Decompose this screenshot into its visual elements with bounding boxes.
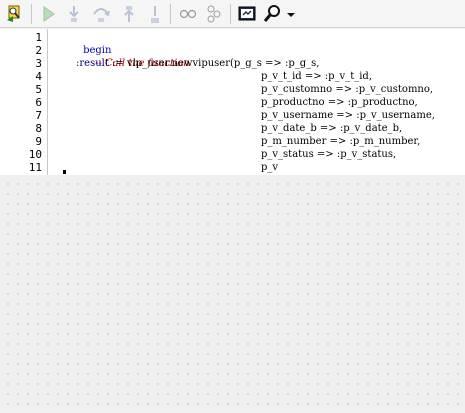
code-line: -- Call the function (76, 44, 190, 69)
toggle-breakpoint-icon[interactable] (177, 3, 199, 25)
debug-toolbar (0, 0, 465, 28)
step-into-icon[interactable] (63, 3, 85, 25)
code-line: p_m_number => :p_m_number, (261, 136, 421, 147)
output-panel[interactable] (0, 175, 465, 413)
code-line: begin (64, 31, 111, 56)
code-line: p_productno => :p_productno, (261, 97, 418, 108)
step-over-icon[interactable] (90, 3, 112, 25)
code-line: :result := vip_user.newvipuser(p_g_s => … (76, 57, 319, 70)
code-line: p_v_t_id => :p_v_t_id, (261, 71, 373, 82)
dropdown-arrow-icon[interactable] (284, 3, 298, 25)
toolbar-separator (170, 4, 171, 24)
text-caret (63, 170, 66, 174)
code-line: p_v_username => :p_v_username, (261, 110, 435, 121)
line-number: 8 (35, 122, 42, 135)
code-area[interactable]: begin -- Call the function :result := vi… (64, 29, 464, 175)
line-number: 3 (35, 57, 42, 70)
line-number-gutter: 1 2 3 4 5 6 7 8 9 10 11 (0, 29, 48, 175)
toolbar-separator (31, 4, 32, 24)
line-number: 6 (35, 96, 42, 109)
show-output-icon[interactable] (236, 3, 258, 25)
code-line: p_v_date_b => :p_v_date_b, (261, 123, 403, 134)
line-number: 7 (35, 109, 42, 122)
line-number: 1 (35, 31, 42, 44)
execute-debug-icon[interactable] (4, 3, 26, 25)
step-out-icon[interactable] (118, 3, 140, 25)
run-icon[interactable] (37, 3, 59, 25)
line-number: 2 (35, 44, 42, 57)
debug-variables-icon[interactable] (203, 3, 225, 25)
line-number: 9 (35, 135, 42, 148)
code-line: p_v_customno => :p_v_customno, (261, 84, 434, 95)
line-number: 11 (28, 161, 42, 174)
run-to-exception-icon[interactable] (144, 3, 166, 25)
toolbar-separator (230, 4, 231, 24)
code-line: p_v_status => :p_v_status, (261, 149, 397, 160)
code-editor[interactable]: 1 2 3 4 5 6 7 8 9 10 11 begin -- Call th… (0, 29, 465, 175)
line-number: 10 (28, 148, 42, 161)
code-text: := vip_user.newvipuser(p_g_s => :p_g_s, (108, 58, 320, 69)
bind-variable: :result (76, 58, 109, 69)
line-number: 5 (35, 83, 42, 96)
code-line: p_v (261, 162, 279, 173)
find-icon[interactable] (262, 3, 284, 25)
line-number: 4 (35, 70, 42, 83)
